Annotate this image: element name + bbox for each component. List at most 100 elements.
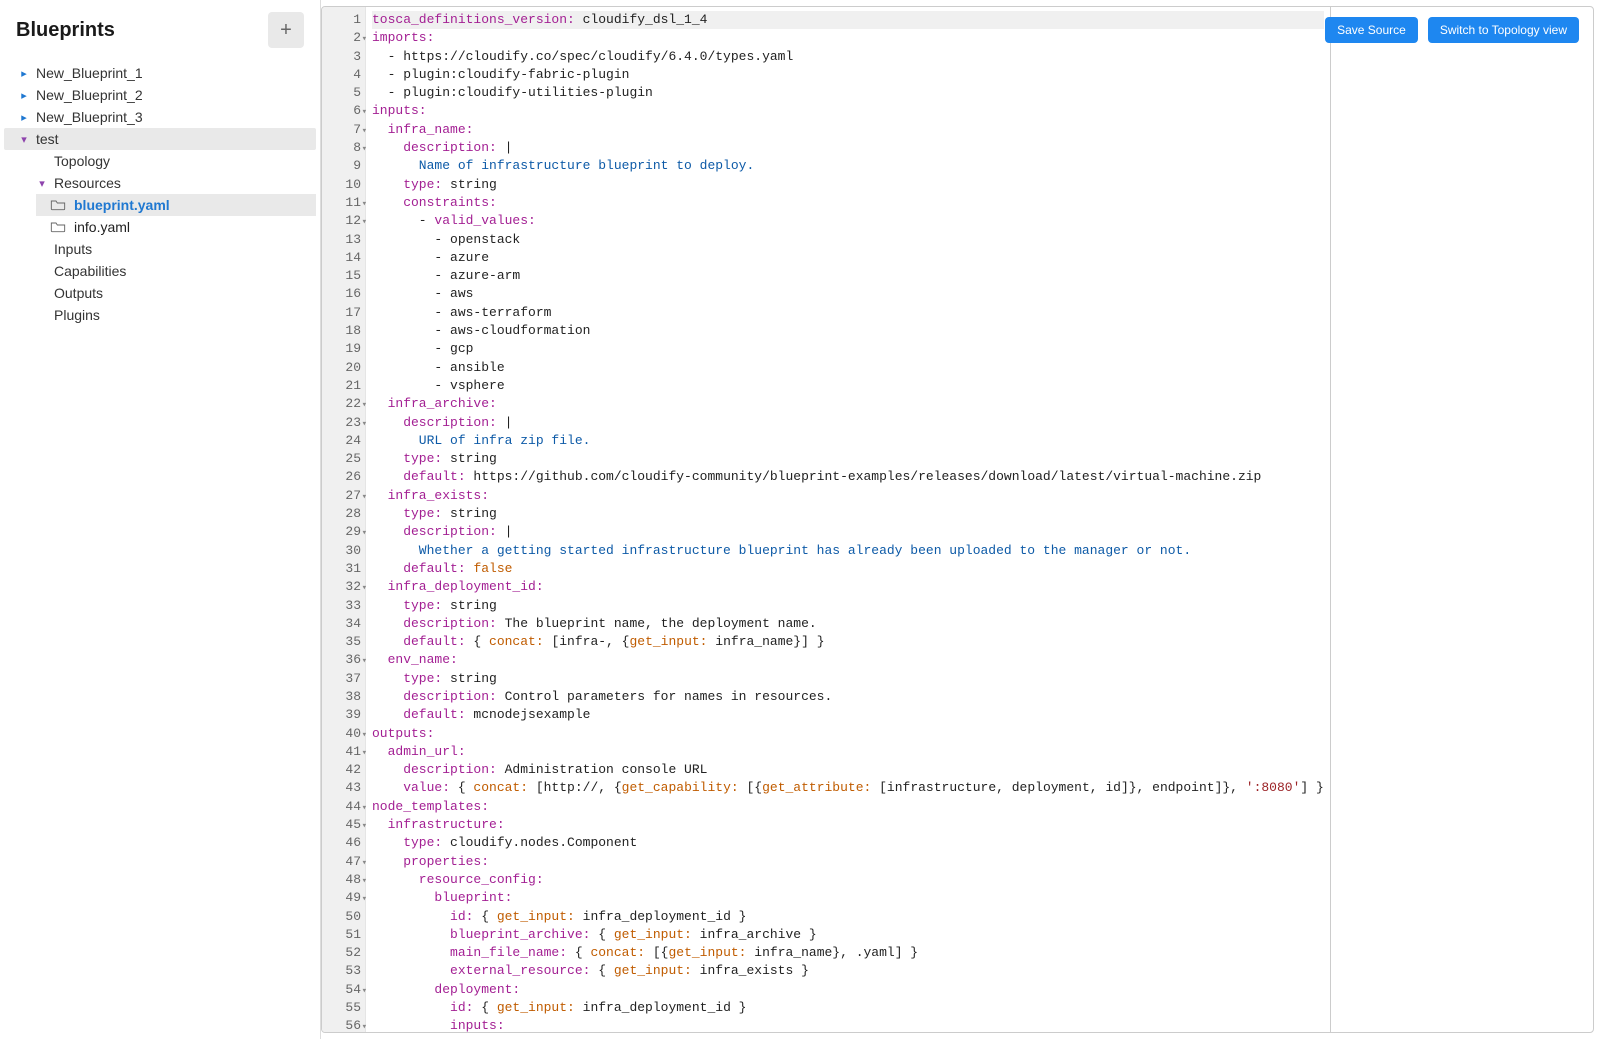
tree-item-test[interactable]: ▾ test xyxy=(4,128,316,150)
code-line: - ansible xyxy=(372,359,1324,377)
code-line: Whether a getting started infrastructure… xyxy=(372,542,1324,560)
code-line: description: The blueprint name, the dep… xyxy=(372,615,1324,633)
line-number: 18 xyxy=(322,322,365,340)
line-number: 17 xyxy=(322,304,365,322)
line-number: 45 xyxy=(322,816,365,834)
line-number: 49 xyxy=(322,889,365,907)
plus-icon: + xyxy=(280,19,292,42)
chevron-down-icon: ▾ xyxy=(18,133,30,146)
line-number: 5 xyxy=(322,84,365,102)
line-number: 31 xyxy=(322,560,365,578)
tree-item[interactable]: ▸New_Blueprint_1 xyxy=(4,62,316,84)
code-line: infra_name: xyxy=(372,121,1324,139)
code-line: external_resource: { get_input: infra_ex… xyxy=(372,962,1324,980)
line-number: 54 xyxy=(322,981,365,999)
editor-toolbar: Save Source Switch to Topology view xyxy=(1325,17,1579,43)
switch-topology-button[interactable]: Switch to Topology view xyxy=(1428,17,1579,43)
line-number: 28 xyxy=(322,505,365,523)
tree-item[interactable]: ▸New_Blueprint_2 xyxy=(4,84,316,106)
sidebar-title: Blueprints xyxy=(16,19,115,42)
code-line: inputs: xyxy=(372,1017,1324,1032)
line-number: 34 xyxy=(322,615,365,633)
line-number: 12 xyxy=(322,212,365,230)
line-number: 42 xyxy=(322,761,365,779)
line-number: 29 xyxy=(322,523,365,541)
code-line: description: Control parameters for name… xyxy=(372,688,1324,706)
code-line: - https://cloudify.co/spec/cloudify/6.4.… xyxy=(372,48,1324,66)
code-line: type: cloudify.nodes.Component xyxy=(372,834,1324,852)
code-line: id: { get_input: infra_deployment_id } xyxy=(372,908,1324,926)
code-area[interactable]: tosca_definitions_version: cloudify_dsl_… xyxy=(366,7,1330,1032)
line-number: 44 xyxy=(322,798,365,816)
line-number: 46 xyxy=(322,834,365,852)
code-line: blueprint: xyxy=(372,889,1324,907)
line-number: 41 xyxy=(322,743,365,761)
tree-item-label: Resources xyxy=(54,175,121,191)
code-line: imports: xyxy=(372,29,1324,47)
line-number: 26 xyxy=(322,468,365,486)
code-line: outputs: xyxy=(372,725,1324,743)
code-line: resource_config: xyxy=(372,871,1324,889)
line-number: 2 xyxy=(322,29,365,47)
code-line: type: string xyxy=(372,670,1324,688)
line-number: 52 xyxy=(322,944,365,962)
chevron-down-icon: ▾ xyxy=(36,177,48,190)
line-number: 4 xyxy=(322,66,365,84)
tree-item[interactable]: ▸ New_Blueprint_3 xyxy=(4,106,316,128)
preview-pane xyxy=(1331,7,1594,1032)
line-number: 13 xyxy=(322,231,365,249)
line-number: 55 xyxy=(322,999,365,1017)
code-line: - valid_values: xyxy=(372,212,1324,230)
save-source-button[interactable]: Save Source xyxy=(1325,17,1418,43)
code-line: - gcp xyxy=(372,340,1324,358)
tree-item-label: Plugins xyxy=(54,307,100,323)
tree-folder-resources[interactable]: ▾ Resources xyxy=(22,172,316,194)
line-number: 19 xyxy=(322,340,365,358)
chevron-right-icon: ▸ xyxy=(18,111,30,124)
add-blueprint-button[interactable]: + xyxy=(268,12,304,48)
code-line: type: string xyxy=(372,450,1324,468)
chevron-right-icon: ▸ xyxy=(18,89,30,102)
line-number: 10 xyxy=(322,176,365,194)
line-number: 24 xyxy=(322,432,365,450)
line-number: 22 xyxy=(322,395,365,413)
line-number: 21 xyxy=(322,377,365,395)
line-number: 23 xyxy=(322,414,365,432)
code-line: env_name: xyxy=(372,651,1324,669)
folder-icon xyxy=(50,221,66,233)
code-line: id: { get_input: infra_deployment_id } xyxy=(372,999,1324,1017)
code-line: description: Administration console URL xyxy=(372,761,1324,779)
tree-item-label: Inputs xyxy=(54,241,92,257)
code-line: type: string xyxy=(372,505,1324,523)
line-number: 11 xyxy=(322,194,365,212)
tree-subitem[interactable]: Inputs xyxy=(22,238,316,260)
tree-subitem[interactable]: Plugins xyxy=(22,304,316,326)
code-line: node_templates: xyxy=(372,798,1324,816)
line-number: 8 xyxy=(322,139,365,157)
file-label: info.yaml xyxy=(74,219,130,235)
code-line: default: false xyxy=(372,560,1324,578)
tree-subitem[interactable]: Capabilities xyxy=(22,260,316,282)
file-item[interactable]: blueprint.yaml xyxy=(36,194,316,216)
line-number: 36 xyxy=(322,651,365,669)
line-number: 43 xyxy=(322,779,365,797)
line-number: 53 xyxy=(322,962,365,980)
code-line: blueprint_archive: { get_input: infra_ar… xyxy=(372,926,1324,944)
tree-item-label: New_Blueprint_3 xyxy=(36,109,143,125)
line-number: 9 xyxy=(322,157,365,175)
blueprint-tree: ▸New_Blueprint_1▸New_Blueprint_2▸New_Blu… xyxy=(0,56,320,332)
tree-subitem[interactable]: Outputs xyxy=(22,282,316,304)
line-number: 32 xyxy=(322,578,365,596)
chevron-right-icon: ▸ xyxy=(18,67,30,80)
line-number: 48 xyxy=(322,871,365,889)
line-number: 35 xyxy=(322,633,365,651)
file-item[interactable]: info.yaml xyxy=(36,216,316,238)
line-number: 47 xyxy=(322,853,365,871)
code-editor[interactable]: 1234567891011121314151617181920212223242… xyxy=(322,7,1594,1032)
code-line: - aws-cloudformation xyxy=(372,322,1324,340)
line-number: 20 xyxy=(322,359,365,377)
editor-pane: 1234567891011121314151617181920212223242… xyxy=(321,6,1594,1033)
tree-subitem[interactable]: Topology xyxy=(22,150,316,172)
code-line: default: https://github.com/cloudify-com… xyxy=(372,468,1324,486)
line-number: 50 xyxy=(322,908,365,926)
